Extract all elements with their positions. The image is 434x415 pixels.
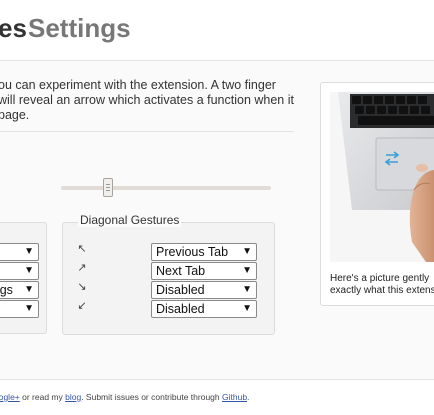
left-gesture-select-2[interactable]: ▼	[0, 262, 39, 280]
dropdown-arrow-icon: ▼	[24, 303, 34, 314]
diagonal-up-right-select[interactable]: Next Tab ▼	[151, 262, 257, 280]
dropdown-arrow-icon: ▼	[242, 284, 252, 295]
sensitivity-slider-track[interactable]	[61, 186, 271, 190]
diagonal-gestures-legend: Diagonal Gestures	[78, 213, 182, 227]
google-plus-link[interactable]: oogle+	[0, 392, 20, 402]
select-value: Next Tab	[156, 264, 206, 278]
dropdown-arrow-icon: ▼	[242, 303, 252, 314]
diagonal-down-right-select[interactable]: Disabled ▼	[151, 281, 257, 299]
arrow-up-left-icon: ↖	[77, 243, 87, 255]
page-title-prefix: es	[0, 13, 27, 43]
section-divider	[0, 131, 294, 132]
trackpad-photo-card: Here's a picture gently exactly what thi…	[320, 82, 434, 306]
photo-caption-line-1: Here's a picture gently	[330, 273, 430, 284]
photo-caption-line-2: exactly what this extens	[330, 285, 434, 296]
dropdown-arrow-icon: ▼	[24, 246, 34, 257]
dropdown-arrow-icon: ▼	[242, 265, 252, 276]
intro-text: ou can experiment with the extension. A …	[0, 78, 298, 123]
diagonal-up-left-select[interactable]: Previous Tab ▼	[151, 243, 257, 261]
dropdown-arrow-icon: ▼	[24, 265, 34, 276]
select-value: Disabled	[156, 302, 205, 316]
diagonal-down-left-select[interactable]: Disabled ▼	[151, 300, 257, 318]
select-value: Previous Tab	[156, 245, 229, 259]
footer-divider	[0, 379, 434, 380]
footer-text: oogle+ or read my blog. Submit issues or…	[0, 392, 249, 402]
select-value: Disabled	[156, 283, 205, 297]
left-gesture-select-3[interactable]: ings ▼	[0, 281, 39, 299]
left-gesture-select-4[interactable]: ▼	[0, 300, 39, 318]
trackpad-photo	[330, 92, 434, 262]
footer-text-1: or read my	[19, 392, 66, 402]
intro-line-2: will reveal an arrow which activates a f…	[0, 93, 294, 107]
arrow-down-left-icon: ↙	[77, 300, 87, 312]
sensitivity-slider-thumb[interactable]	[103, 178, 113, 197]
footer-text-2: . Submit issues or contribute through	[81, 392, 222, 402]
intro-line-3: page.	[0, 108, 30, 122]
arrow-down-right-icon: ↘	[77, 281, 87, 293]
blog-link[interactable]: blog	[65, 392, 81, 402]
arrow-up-right-icon: ↗	[77, 262, 87, 274]
dropdown-arrow-icon: ▼	[242, 246, 252, 257]
footer-text-3: .	[247, 392, 250, 402]
photo-caption: Here's a picture gently exactly what thi…	[330, 273, 434, 297]
intro-line-1: ou can experiment with the extension. A …	[0, 78, 276, 92]
select-value: ings	[0, 283, 13, 297]
left-gesture-select-1[interactable]: ▼	[0, 243, 39, 261]
page-title: Settings	[28, 13, 131, 43]
github-link[interactable]: Github	[222, 392, 247, 402]
dropdown-arrow-icon: ▼	[24, 284, 34, 295]
page-header: es Settings	[0, 0, 434, 61]
